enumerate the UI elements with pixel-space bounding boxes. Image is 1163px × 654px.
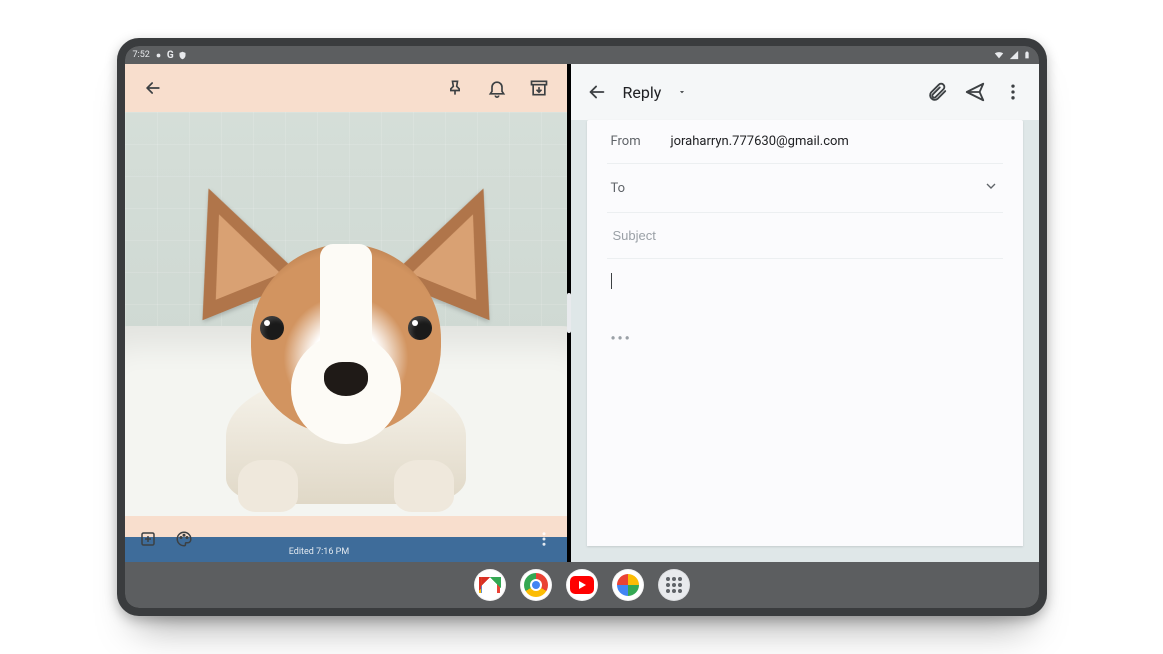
dog-image-illustration	[196, 184, 496, 484]
gmail-icon	[479, 577, 501, 593]
status-indicator-icon	[154, 51, 163, 60]
chevron-down-icon	[677, 87, 687, 97]
gmail-compose-pane: Reply	[571, 64, 1039, 562]
keep-pane: Edited 7:16 PM	[125, 64, 567, 562]
palette-button[interactable]	[169, 524, 199, 554]
from-row[interactable]: From joraharryn.777630@gmail.com	[607, 120, 1003, 164]
compose-card: From joraharryn.777630@gmail.com To	[587, 120, 1023, 546]
dock-photos[interactable]	[612, 569, 644, 601]
dock-chrome[interactable]	[520, 569, 552, 601]
compose-toolbar: Reply	[571, 64, 1039, 120]
subject-input[interactable]	[611, 227, 999, 244]
compose-body[interactable]: •••	[607, 259, 1003, 536]
status-time: 7:52	[133, 50, 150, 60]
dock-youtube[interactable]	[566, 569, 598, 601]
send-button[interactable]	[957, 74, 993, 110]
keep-bottombar: Edited 7:16 PM	[125, 516, 567, 562]
photos-icon	[617, 574, 639, 596]
shield-icon	[178, 51, 187, 60]
reminder-button[interactable]	[479, 70, 515, 106]
wifi-icon	[993, 50, 1005, 60]
archive-button[interactable]	[521, 70, 557, 106]
dock-gmail[interactable]	[474, 569, 506, 601]
dock-all-apps[interactable]	[658, 569, 690, 601]
to-label: To	[611, 181, 657, 196]
text-cursor	[611, 273, 612, 289]
edited-timestamp: Edited 7:16 PM	[289, 547, 349, 557]
reply-label: Reply	[623, 83, 662, 102]
back-button[interactable]	[135, 70, 171, 106]
note-photo[interactable]	[125, 112, 567, 516]
reply-dropdown[interactable]: Reply	[617, 83, 694, 102]
battery-icon	[1023, 49, 1031, 61]
compose-back-button[interactable]	[579, 74, 615, 110]
show-trimmed-button[interactable]: •••	[611, 331, 999, 347]
subject-row[interactable]	[607, 213, 1003, 259]
expand-recipients-button[interactable]	[983, 178, 999, 198]
add-content-button[interactable]	[133, 524, 163, 554]
google-g-icon: G	[167, 50, 174, 61]
attach-button[interactable]	[919, 74, 955, 110]
from-value: joraharryn.777630@gmail.com	[671, 134, 849, 149]
compose-overflow-button[interactable]	[995, 74, 1031, 110]
note-overflow-button[interactable]	[529, 524, 559, 554]
split-screen-handle[interactable]	[567, 64, 571, 562]
youtube-icon	[570, 576, 594, 594]
taskbar	[125, 562, 1039, 608]
from-label: From	[611, 134, 657, 149]
cellular-icon	[1009, 50, 1019, 60]
chrome-icon	[524, 573, 548, 597]
tablet-frame: 7:52 G	[117, 38, 1047, 616]
pin-button[interactable]	[437, 70, 473, 106]
to-row[interactable]: To	[607, 164, 1003, 213]
keep-toolbar	[125, 64, 567, 112]
status-bar: 7:52 G	[125, 46, 1039, 64]
apps-grid-icon	[666, 577, 682, 593]
